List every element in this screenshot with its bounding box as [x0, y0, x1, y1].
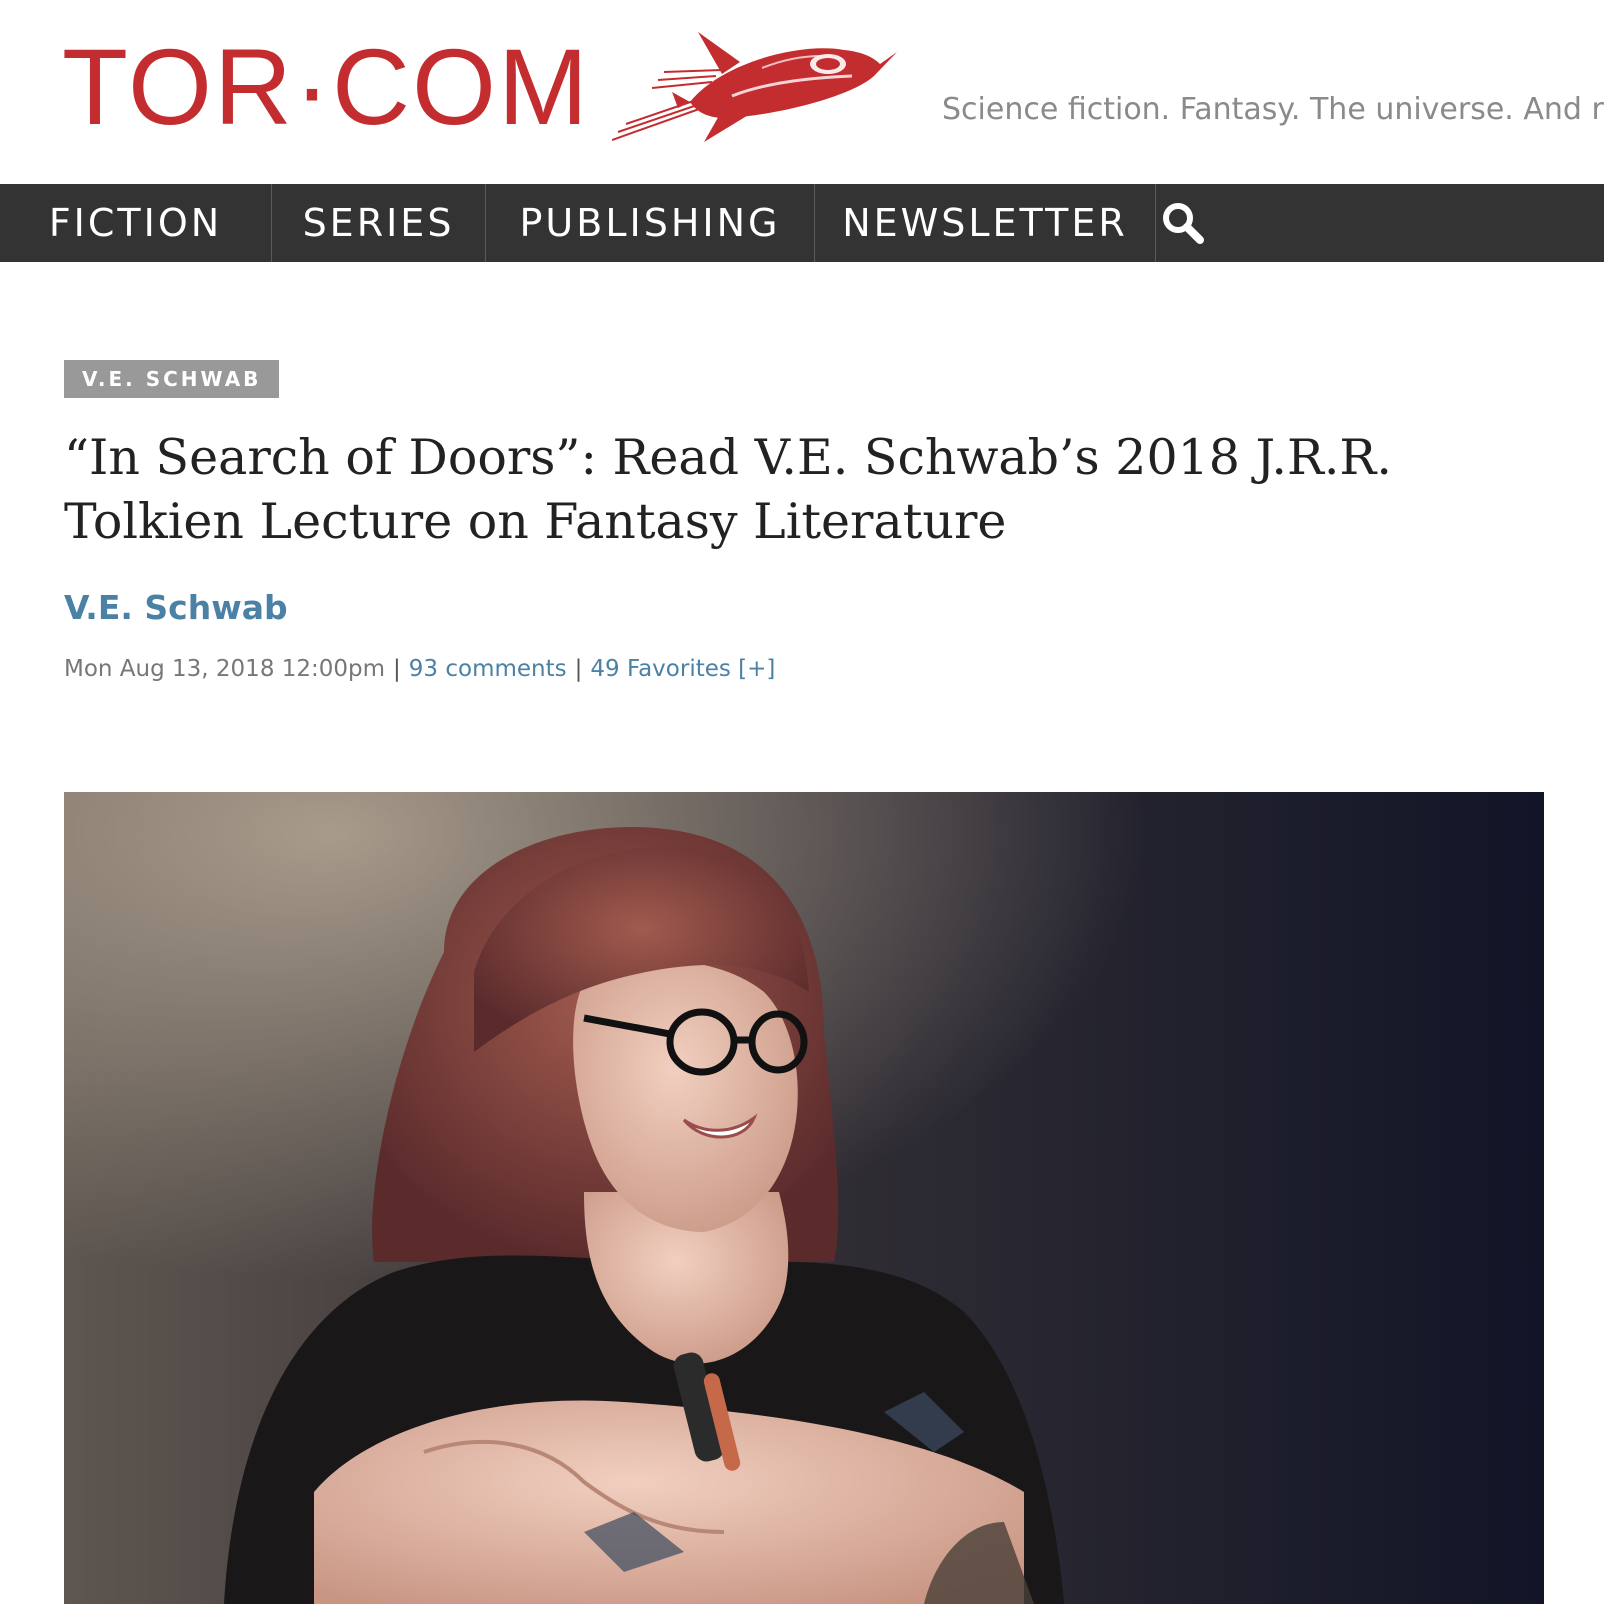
- site-logo[interactable]: TOR·COM: [62, 22, 590, 152]
- meta-separator: |: [393, 656, 401, 682]
- favorites-link[interactable]: 49 Favorites [+]: [590, 656, 775, 682]
- category-tag[interactable]: V.E. SCHWAB: [64, 360, 280, 398]
- rocket-icon[interactable]: [612, 22, 897, 147]
- article-title: “In Search of Doors”: Read V.E. Schwab’s…: [64, 429, 1392, 550]
- article-hero-image: [64, 792, 1544, 1604]
- search-icon[interactable]: [1160, 200, 1206, 246]
- nav-item-publishing[interactable]: PUBLISHING: [486, 184, 814, 262]
- nav-divider: [1155, 184, 1156, 262]
- article-meta: Mon Aug 13, 2018 12:00pm | 93 comments | 49 …: [64, 652, 775, 686]
- comments-link[interactable]: 93 comments: [409, 656, 567, 682]
- author-link[interactable]: V.E. Schwab: [64, 586, 288, 630]
- publish-date: Mon Aug 13, 2018 12:00pm: [64, 656, 386, 682]
- main-nav: FICTION SERIES PUBLISHING NEWSLETTER: [0, 184, 1604, 262]
- nav-item-series[interactable]: SERIES: [272, 184, 485, 262]
- nav-item-fiction[interactable]: FICTION: [0, 184, 271, 262]
- meta-separator: |: [574, 656, 583, 682]
- author-portrait-photo: [64, 792, 1544, 1604]
- site-tagline: Science fiction. Fantasy. The universe. …: [942, 92, 1604, 127]
- nav-item-newsletter[interactable]: NEWSLETTER: [815, 184, 1155, 262]
- site-header: TOR·COM Science fiction. Fantasy. The un…: [0, 0, 1604, 184]
